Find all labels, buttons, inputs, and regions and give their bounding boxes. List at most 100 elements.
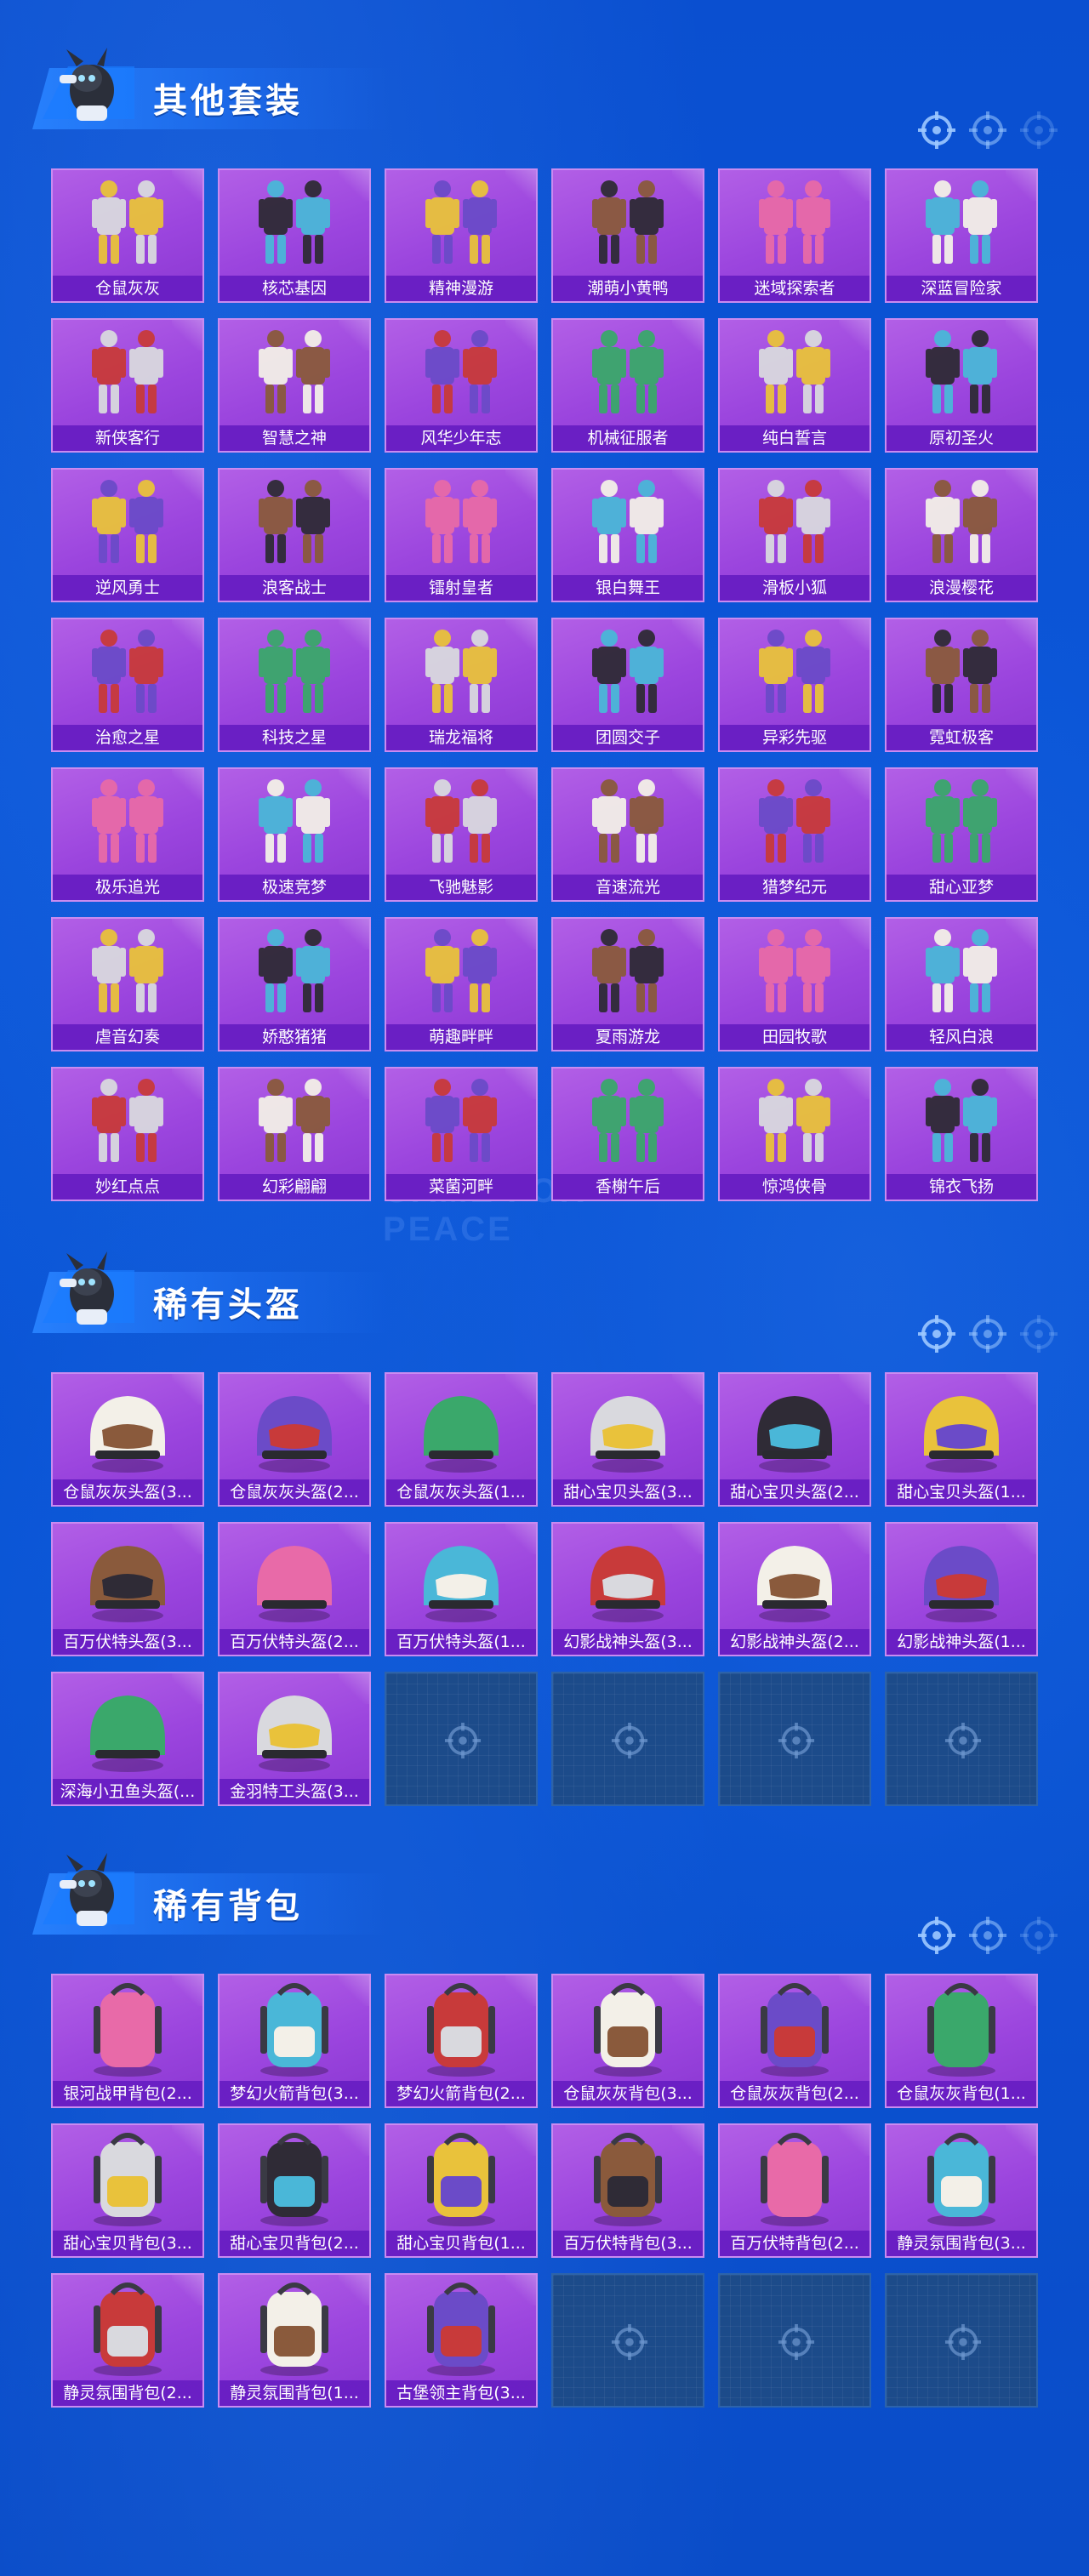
helmet-image [887,1374,1036,1481]
outfit-card[interactable]: 浪客战士 [218,468,371,602]
crosshair-icon [611,1722,648,1759]
helmet-card[interactable]: 仓鼠灰灰头盔(2... [218,1372,371,1507]
outfit-card[interactable]: 猎梦纪元 [718,767,871,902]
outfit-card[interactable]: 精神漫游 [385,168,538,303]
outfit-card[interactable]: 田园牧歌 [718,917,871,1051]
outfit-card[interactable]: 惊鸿侠骨 [718,1067,871,1201]
outfit-card[interactable]: 风华少年志 [385,318,538,453]
helmet-card[interactable]: 仓鼠灰灰头盔(1... [385,1372,538,1507]
crosshair-icon [968,1314,1007,1354]
outfit-card[interactable]: 轻风白浪 [885,917,1038,1051]
outfit-card[interactable]: 霓虹极客 [885,618,1038,752]
backpack-card[interactable]: 古堡领主背包(3... [385,2273,538,2408]
item-name: 纯白誓言 [720,425,869,451]
backpack-card[interactable]: 仓鼠灰灰背包(1... [885,1974,1038,2108]
backpack-card[interactable]: 甜心宝贝背包(2... [218,2123,371,2258]
backpack-card[interactable]: 银河战甲背包(2... [51,1974,204,2108]
helmet-card[interactable]: 金羽特工头盔(3... [218,1672,371,1806]
outfit-card[interactable]: 锦衣飞扬 [885,1067,1038,1201]
item-name: 古堡领主背包(3... [386,2380,536,2406]
outfit-card[interactable]: 滑板小狐 [718,468,871,602]
backpack-card[interactable]: 甜心宝贝背包(3... [51,2123,204,2258]
helmet-card[interactable]: 仓鼠灰灰头盔(3... [51,1372,204,1507]
item-name: 百万伏特头盔(3... [53,1629,202,1655]
helmet-card[interactable]: 百万伏特头盔(2... [218,1522,371,1656]
outfit-card[interactable]: 夏雨游龙 [551,917,704,1051]
backpack-card[interactable]: 梦幻火箭背包(3... [218,1974,371,2108]
item-name: 精神漫游 [386,276,536,301]
crosshair-icon [917,1314,956,1354]
backpack-card[interactable]: 静灵氛围背包(1... [218,2273,371,2408]
helmet-card[interactable]: 甜心宝贝头盔(1... [885,1372,1038,1507]
outfit-card[interactable]: 科技之星 [218,618,371,752]
outfit-card[interactable]: 虐音幻奏 [51,917,204,1051]
helmet-card[interactable]: 百万伏特头盔(3... [51,1522,204,1656]
backpack-card[interactable]: 甜心宝贝背包(1... [385,2123,538,2258]
outfit-card[interactable]: 深蓝冒险家 [885,168,1038,303]
item-name: 异彩先驱 [720,725,869,750]
outfit-card[interactable]: 治愈之星 [51,618,204,752]
backpack-image [720,2125,869,2232]
outfit-image [720,1069,869,1176]
outfit-card[interactable]: 迷域探索者 [718,168,871,303]
backpack-card[interactable]: 静灵氛围背包(2... [51,2273,204,2408]
outfit-image [53,919,202,1026]
outfit-card[interactable]: 妙红点点 [51,1067,204,1201]
outfit-card[interactable]: 娇憨猪猪 [218,917,371,1051]
helmet-card[interactable]: 甜心宝贝头盔(2... [718,1372,871,1507]
outfit-card[interactable]: 潮萌小黄鸭 [551,168,704,303]
backpack-card[interactable]: 梦幻火箭背包(2... [385,1974,538,2108]
helmet-card[interactable]: 幻影战神头盔(1... [885,1522,1038,1656]
outfit-card[interactable]: 幻彩翩翩 [218,1067,371,1201]
outfit-card[interactable]: 浪漫樱花 [885,468,1038,602]
outfit-card[interactable]: 香榭午后 [551,1067,704,1201]
outfit-card[interactable]: 飞驰魅影 [385,767,538,902]
section-decor-icons [917,111,1062,153]
backpack-image [53,2275,202,2382]
outfit-card[interactable]: 团圆交子 [551,618,704,752]
outfit-card[interactable]: 萌趣畔畔 [385,917,538,1051]
outfit-card[interactable]: 极速竞梦 [218,767,371,902]
outfit-card[interactable]: 新侠客行 [51,318,204,453]
outfit-card[interactable]: 逆风勇士 [51,468,204,602]
item-name: 甜心宝贝背包(2... [220,2231,369,2256]
item-name: 新侠客行 [53,425,202,451]
outfit-card[interactable]: 极乐追光 [51,767,204,902]
outfit-image [887,619,1036,727]
item-name: 静灵氛围背包(2... [53,2380,202,2406]
empty-slot [551,2273,704,2408]
outfit-card[interactable]: 甜心亚梦 [885,767,1038,902]
helmet-image [53,1673,202,1781]
outfit-card[interactable]: 纯白誓言 [718,318,871,453]
backpack-card[interactable]: 百万伏特背包(3... [551,2123,704,2258]
backpack-card[interactable]: 仓鼠灰灰背包(2... [718,1974,871,2108]
backpack-card[interactable]: 百万伏特背包(2... [718,2123,871,2258]
item-name: 仓鼠灰灰 [53,276,202,301]
backpack-card[interactable]: 仓鼠灰灰背包(3... [551,1974,704,2108]
helmet-card[interactable]: 幻影战神头盔(3... [551,1522,704,1656]
helmet-card[interactable]: 深海小丑鱼头盔(... [51,1672,204,1806]
item-name: 猎梦纪元 [720,875,869,900]
outfit-image [887,1069,1036,1176]
outfit-card[interactable]: 异彩先驱 [718,618,871,752]
item-name: 百万伏特背包(2... [720,2231,869,2256]
outfit-card[interactable]: 原初圣火 [885,318,1038,453]
outfit-card[interactable]: 菜菌河畔 [385,1067,538,1201]
outfit-card[interactable]: 音速流光 [551,767,704,902]
crosshair-icon [944,1722,982,1759]
helmet-card[interactable]: 百万伏特头盔(1... [385,1522,538,1656]
crosshair-icon [778,2323,815,2361]
backpack-card[interactable]: 静灵氛围背包(3... [885,2123,1038,2258]
outfit-card[interactable]: 银白舞王 [551,468,704,602]
outfit-image [553,619,703,727]
outfit-card[interactable]: 仓鼠灰灰 [51,168,204,303]
outfit-card[interactable]: 机械征服者 [551,318,704,453]
backpack-image [720,1975,869,2083]
helmet-card[interactable]: 甜心宝贝头盔(3... [551,1372,704,1507]
outfit-card[interactable]: 镭射皇者 [385,468,538,602]
outfit-card[interactable]: 智慧之神 [218,318,371,453]
helmet-card[interactable]: 幻影战神头盔(2... [718,1522,871,1656]
outfit-card[interactable]: 核芯基因 [218,168,371,303]
crosshair-icon [1019,111,1058,150]
outfit-card[interactable]: 瑞龙福将 [385,618,538,752]
